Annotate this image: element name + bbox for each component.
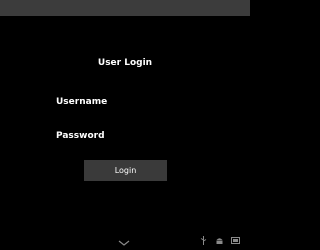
app-screen: User Login Username Password Login [0, 0, 250, 250]
android-icon [215, 236, 224, 247]
password-label: Password [56, 131, 105, 141]
username-label: Username [56, 97, 108, 107]
navigation-bar [0, 236, 250, 250]
username-field[interactable] [106, 96, 206, 108]
usb-icon [200, 236, 207, 247]
status-bar [0, 0, 250, 16]
password-field[interactable] [106, 130, 206, 142]
page-title: User Login [97, 58, 153, 68]
phone-icon [231, 236, 240, 247]
login-button[interactable]: Login [84, 160, 167, 181]
chevron-down-icon[interactable] [118, 240, 130, 246]
